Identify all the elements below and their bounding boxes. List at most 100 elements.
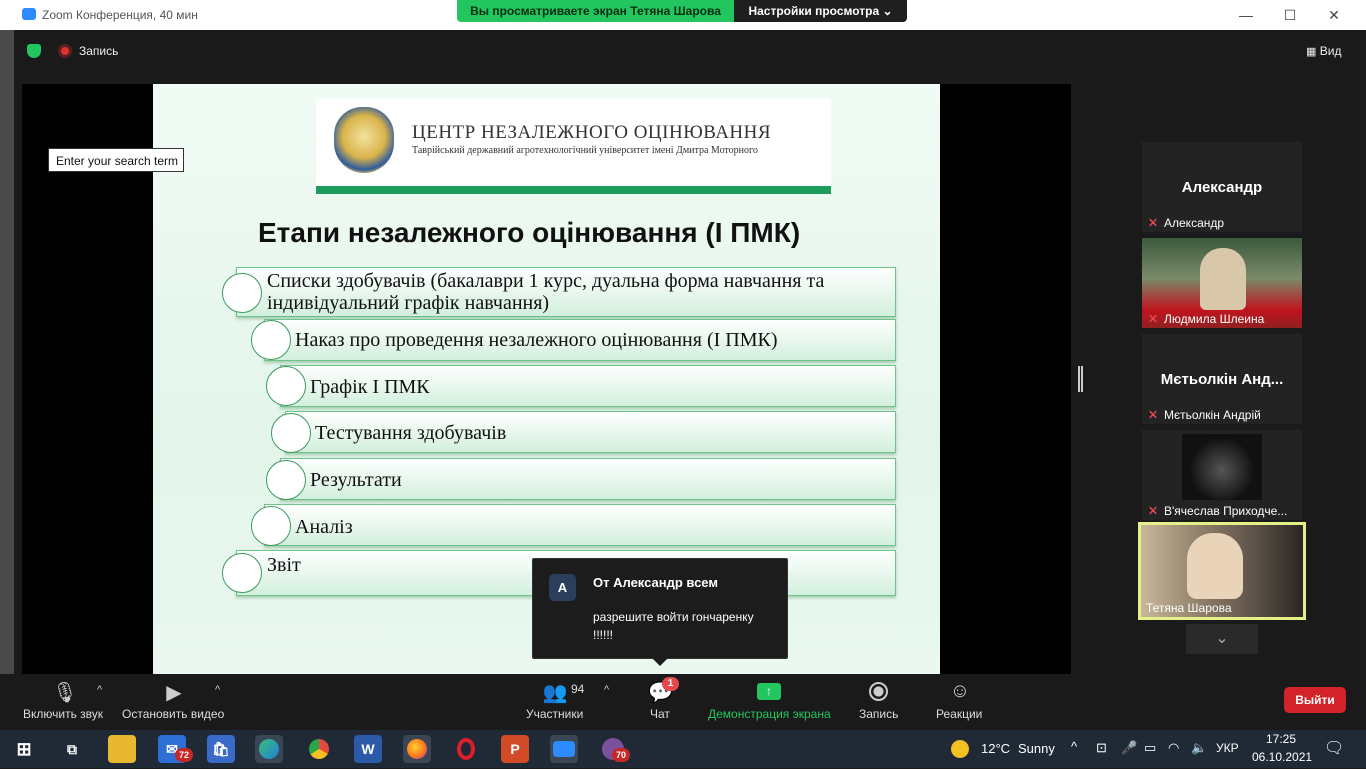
- center-subtitle: Таврійський державний агротехнологічний …: [412, 145, 758, 156]
- chat-message: разрешите войти гончаренку !!!!!!: [593, 610, 754, 642]
- recording-label[interactable]: Запись: [79, 44, 118, 58]
- participant-big-name: Мєтьолкін Анд...: [1160, 371, 1284, 388]
- mic-off-icon: ⨯: [1148, 407, 1159, 421]
- list-item-text: Аналіз: [295, 516, 353, 538]
- chevron-down-icon[interactable]: ⌄: [1186, 624, 1258, 654]
- participant-tile[interactable]: ⨯ В'ячеслав Приходче...: [1142, 430, 1302, 520]
- participants-count: 94: [571, 682, 585, 696]
- chat-unread-badge: 1: [662, 677, 679, 691]
- reactions-button[interactable]: Реакции: [936, 707, 982, 721]
- file-explorer-icon[interactable]: [108, 735, 136, 763]
- clock-time[interactable]: 17:25: [1266, 732, 1296, 746]
- record-icon[interactable]: [869, 682, 888, 701]
- participant-face: [1187, 533, 1243, 599]
- meeting-toolbar: [0, 674, 1366, 730]
- avatar: A: [549, 574, 576, 601]
- audio-options-caret[interactable]: ^: [97, 684, 102, 696]
- volume-icon[interactable]: 🔈: [1191, 740, 1207, 756]
- list-item-text: Наказ про проведення незалежного оцінюва…: [295, 329, 778, 351]
- bullet-circle: [251, 320, 291, 360]
- participants-icon[interactable]: 👥: [542, 680, 568, 705]
- clock-date[interactable]: 06.10.2021: [1252, 750, 1312, 764]
- participant-big-name: Александр: [1181, 179, 1263, 196]
- leave-button[interactable]: Выйти: [1284, 687, 1346, 713]
- microphone-muted-icon[interactable]: 🎙: [52, 680, 78, 705]
- search-input[interactable]: Enter your search term: [48, 148, 184, 172]
- window-edge: [0, 30, 14, 730]
- minimize-button[interactable]: —: [1226, 4, 1266, 26]
- participant-tile[interactable]: Александр ⨯ Александр: [1142, 142, 1302, 232]
- powerpoint-icon[interactable]: P: [501, 735, 529, 763]
- tray-app-icon[interactable]: ⊡: [1096, 740, 1107, 756]
- task-view-icon[interactable]: ⧉: [58, 735, 86, 763]
- view-settings-label: Настройки просмотра: [748, 4, 880, 18]
- share-screen-button[interactable]: Демонстрация экрана: [708, 707, 831, 721]
- word-icon[interactable]: W: [354, 735, 382, 763]
- view-label: Вид: [1319, 44, 1342, 58]
- viber-badge: 70: [612, 748, 630, 762]
- video-camera-icon[interactable]: ▶: [160, 680, 188, 705]
- bullet-circle: [251, 506, 291, 546]
- record-button[interactable]: Запись: [859, 707, 898, 721]
- participant-tile[interactable]: ⨯ Людмила Шлеина: [1142, 238, 1302, 328]
- participants-button[interactable]: Участники: [526, 707, 583, 721]
- mic-off-icon: ⨯: [1148, 503, 1159, 517]
- stop-video-button[interactable]: Остановить видео: [122, 707, 224, 721]
- sun-icon[interactable]: [951, 740, 969, 758]
- edge-icon[interactable]: [255, 735, 283, 763]
- participant-tile[interactable]: Мєтьолкін Анд... ⨯ Мєтьолкін Андрій: [1142, 334, 1302, 424]
- list-item-text: Списки здобувачів (бакалаври 1 курс, дуа…: [267, 270, 825, 314]
- participant-name: Людмила Шлеина: [1164, 312, 1265, 326]
- university-crest-logo: [334, 107, 394, 173]
- zoom-app-icon[interactable]: [550, 735, 578, 763]
- list-item-text: Звіт: [267, 554, 301, 576]
- reactions-icon[interactable]: ☺: [948, 680, 972, 703]
- active-speaker-tile[interactable]: Тетяна Шарова: [1138, 522, 1306, 620]
- bullet-circle: [222, 273, 262, 313]
- bullet-circle: [271, 413, 311, 453]
- list-item-text: Тестування здобувачів: [315, 422, 507, 444]
- bullet-circle: [222, 553, 262, 593]
- weather-condition[interactable]: Sunny: [1018, 741, 1055, 756]
- tray-expand-icon[interactable]: ^: [1071, 739, 1077, 754]
- center-title: ЦЕНТР НЕЗАЛЕЖНОГО ОЦІНЮВАННЯ: [412, 122, 772, 143]
- mic-off-icon: ⨯: [1148, 215, 1159, 229]
- view-settings-button[interactable]: Настройки просмотра ⌄: [734, 0, 907, 22]
- participant-video: [1200, 248, 1246, 310]
- store-icon[interactable]: 🛍: [207, 735, 235, 763]
- participant-name: Мєтьолкін Андрій: [1164, 408, 1261, 422]
- chat-button[interactable]: Чат: [650, 707, 670, 721]
- weather-temperature[interactable]: 12°C: [981, 741, 1010, 756]
- list-item-text: Результати: [310, 469, 402, 491]
- microphone-icon[interactable]: 🎤: [1121, 740, 1137, 756]
- opera-icon[interactable]: [452, 735, 480, 763]
- zoom-logo-icon: [22, 8, 36, 20]
- bullet-circle: [266, 460, 306, 500]
- shield-icon[interactable]: [27, 44, 41, 58]
- view-button[interactable]: ▦ Вид: [1306, 44, 1341, 58]
- wifi-icon[interactable]: ◠: [1168, 740, 1179, 756]
- chrome-icon[interactable]: [305, 735, 333, 763]
- maximize-button[interactable]: ☐: [1270, 4, 1310, 26]
- participant-name: Тетяна Шарова: [1146, 601, 1232, 615]
- participant-name: Александр: [1164, 216, 1225, 230]
- panel-resize-handle[interactable]: [1078, 366, 1083, 392]
- participants-options-caret[interactable]: ^: [604, 684, 609, 696]
- language-indicator[interactable]: УКР: [1216, 741, 1239, 755]
- share-banner: Вы просматриваете экран Тетяна Шарова: [457, 0, 734, 22]
- notifications-icon[interactable]: 🗨: [1324, 738, 1344, 758]
- unmute-button[interactable]: Включить звук: [23, 707, 103, 721]
- window-title: Zoom Конференция, 40 мин: [42, 8, 198, 22]
- grid-icon: ▦: [1306, 46, 1317, 58]
- windows-start-icon[interactable]: ⊞: [10, 735, 38, 763]
- battery-icon[interactable]: ▭: [1144, 740, 1156, 756]
- slide-title: Етапи незалежного оцінювання (І ПМК): [258, 217, 801, 248]
- close-button[interactable]: ✕: [1314, 4, 1354, 26]
- video-options-caret[interactable]: ^: [215, 684, 220, 696]
- record-icon: [58, 44, 72, 58]
- share-screen-icon[interactable]: ↑: [757, 683, 781, 700]
- mail-badge: 72: [175, 748, 193, 762]
- chat-sender: От Александр всем: [593, 575, 718, 590]
- firefox-icon[interactable]: [403, 735, 431, 763]
- participant-name: В'ячеслав Приходче...: [1164, 504, 1288, 518]
